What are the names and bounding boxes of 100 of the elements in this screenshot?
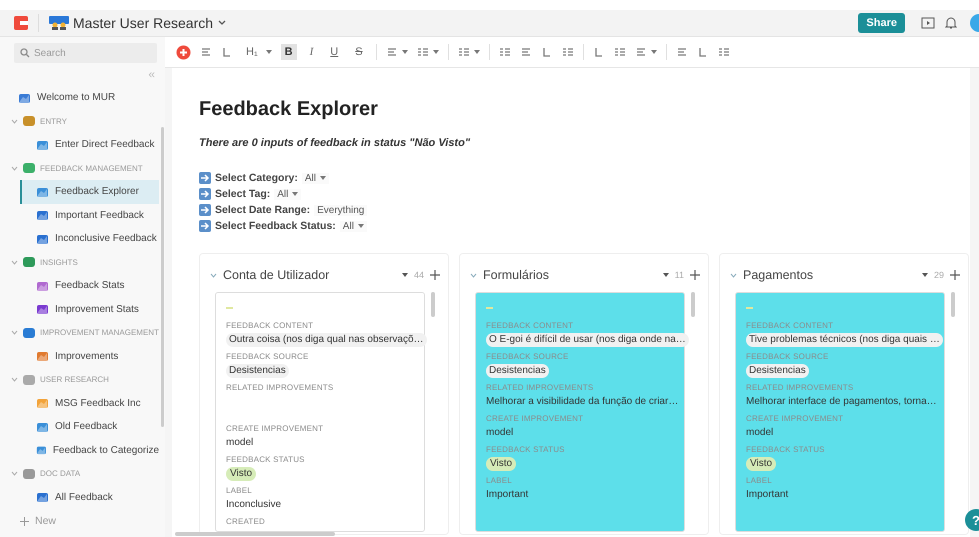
app-logo-icon[interactable] — [14, 16, 28, 30]
sidebar-item[interactable]: Improvements — [0, 344, 159, 368]
tool-icon[interactable] — [696, 46, 709, 58]
filter-dropdown[interactable]: All — [274, 188, 302, 200]
chevron-icon — [11, 166, 18, 171]
add-icon[interactable] — [176, 44, 191, 60]
tool-icon[interactable] — [592, 46, 605, 58]
summary-text: There are 0 inputs of feedback in status "Não Visto" — [199, 137, 472, 149]
chevron-icon — [11, 260, 18, 265]
chevron-icon[interactable] — [210, 272, 217, 278]
column-title: Conta de Utilizador — [223, 268, 330, 282]
tool-icon[interactable] — [200, 46, 212, 58]
sidebar-item[interactable]: Welcome to MUR — [0, 86, 159, 110]
tool-icon[interactable] — [676, 46, 688, 58]
caret-icon[interactable] — [922, 273, 928, 277]
caret-icon[interactable] — [432, 50, 439, 54]
format-button[interactable]: I — [306, 44, 318, 60]
page-icon — [36, 209, 49, 222]
doc-title-button[interactable]: Master User Research — [73, 15, 226, 31]
card-count: 11 — [674, 270, 684, 280]
status-tag: Visto — [226, 467, 256, 481]
field-label: CREATED — [226, 517, 266, 527]
card-count: 44 — [414, 270, 424, 280]
filter-dropdown[interactable]: All — [340, 220, 367, 232]
tool-icon[interactable] — [458, 46, 470, 58]
plus-icon[interactable] — [950, 270, 960, 280]
field-value: Important — [746, 488, 788, 502]
column-title: Formulários — [483, 268, 550, 282]
feedback-card[interactable]: FEEDBACK CONTENT Outra coisa (nos diga qual nas observaçõ… FEEDBACK SOURCE Desistencias RELATED IMPROVEMENTS CREATE IMPROVEMENT model FEEDBACK STATUS Visto LABEL Inconclusive CREATED — [215, 292, 425, 532]
sidebar-item[interactable]: Feedback Stats — [0, 274, 159, 298]
caret-icon[interactable] — [662, 273, 669, 277]
format-button[interactable]: H₁ — [242, 44, 262, 60]
section-icon — [22, 326, 36, 339]
tool-icon[interactable] — [498, 46, 511, 58]
sidebar-item[interactable]: Old Feedback — [0, 415, 159, 438]
chevron-icon[interactable] — [470, 272, 477, 278]
page-icon — [36, 280, 49, 292]
tool-icon[interactable] — [562, 46, 574, 58]
sidebar-item[interactable]: All Feedback — [0, 486, 159, 509]
page-icon — [18, 92, 31, 104]
page-icon — [36, 138, 49, 151]
search-icon — [20, 48, 30, 58]
arrow-icon — [199, 188, 211, 200]
field-value: Melhorar interface de pagamentos, torna… — [746, 395, 937, 409]
sidebar-item[interactable]: Improvement Stats — [0, 298, 159, 321]
sidebar-item[interactable]: Feedback Explorer — [20, 180, 159, 204]
sidebar-item[interactable]: Enter Direct Feedback — [0, 133, 159, 156]
tool-icon[interactable] — [416, 46, 429, 58]
sidebar-item[interactable]: MSG Feedback Inc — [0, 392, 159, 415]
sidebar-item[interactable]: Inconclusive Feedback — [0, 227, 159, 250]
format-button[interactable]: U — [326, 44, 342, 60]
field-value: Outra coisa (nos diga qual nas observaçõ… — [226, 333, 427, 347]
plus-icon — [20, 516, 29, 526]
avatar-icon[interactable] — [969, 14, 979, 32]
share-button[interactable]: Share — [858, 13, 905, 33]
tool-icon[interactable] — [520, 46, 532, 58]
chevron-icon[interactable] — [730, 272, 737, 278]
chevron-icon — [11, 118, 18, 124]
field-value: Inconclusive — [226, 498, 282, 512]
page-icon — [36, 491, 49, 504]
chevron-icon — [11, 330, 18, 336]
tool-icon[interactable] — [386, 46, 398, 58]
tool-icon[interactable] — [221, 46, 233, 58]
column-title: Pagamentos — [743, 268, 814, 282]
field-label: RELATED IMPROVEMENTS — [486, 383, 594, 393]
section-icon — [22, 256, 36, 268]
filter-label: Select Tag: — [215, 188, 270, 200]
format-button[interactable]: S — [351, 44, 367, 60]
present-icon[interactable] — [921, 17, 935, 29]
field-value: O E-goi é difícil de usar (nos diga onde na… — [486, 333, 689, 347]
field-label: FEEDBACK CONTENT — [226, 321, 314, 331]
caret-icon[interactable] — [402, 273, 408, 277]
sidebar-item[interactable]: Feedback to Categorize — [0, 438, 159, 462]
sidebar-item[interactable]: Important Feedback — [0, 204, 159, 227]
status-tag: Visto — [746, 457, 776, 471]
tool-icon[interactable] — [634, 46, 647, 58]
filter-dropdown[interactable]: All — [302, 172, 329, 184]
caret-icon[interactable] — [474, 50, 480, 54]
tool-icon[interactable] — [718, 46, 730, 58]
caret-icon — [358, 224, 364, 228]
plus-icon[interactable] — [690, 270, 700, 280]
field-label: CREATE IMPROVEMENT — [746, 414, 844, 424]
tool-icon[interactable] — [540, 46, 553, 58]
card-count: 29 — [934, 270, 944, 280]
caret-icon[interactable] — [266, 50, 272, 54]
feedback-card[interactable] — [735, 292, 945, 532]
caret-icon[interactable] — [402, 50, 408, 54]
format-button[interactable]: B — [280, 44, 297, 60]
caret-icon — [320, 176, 326, 180]
filter-dropdown[interactable]: Everything — [314, 204, 368, 216]
field-label: LABEL — [486, 476, 513, 486]
plus-icon[interactable] — [430, 270, 440, 280]
caret-icon[interactable] — [650, 50, 657, 54]
search-field[interactable]: Search — [14, 43, 157, 63]
field-label: FEEDBACK STATUS — [486, 445, 566, 455]
bell-icon[interactable] — [945, 16, 957, 30]
tool-icon[interactable] — [614, 46, 626, 58]
field-value: model — [486, 426, 514, 440]
page-icon — [36, 350, 49, 362]
page-icon — [36, 303, 49, 316]
